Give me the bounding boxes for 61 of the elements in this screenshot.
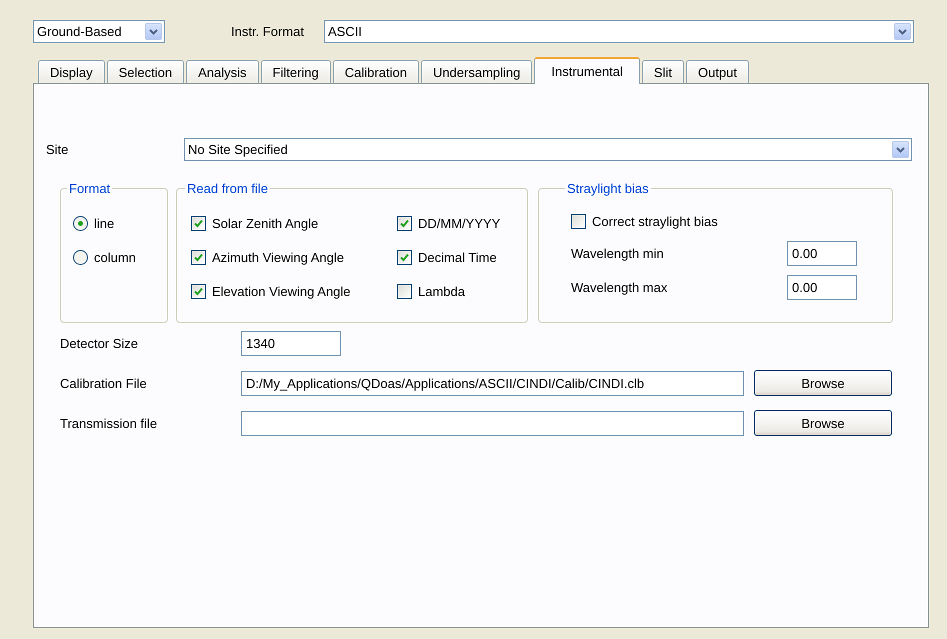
dropdown-button[interactable] (894, 23, 911, 40)
dropdown-value: ASCII (328, 24, 362, 39)
checkbox-label: DD/MM/YYYY (418, 216, 500, 230)
group-title: Straylight bias (566, 181, 650, 196)
site-dropdown[interactable]: No Site Specified (184, 138, 912, 161)
field-label: Transmission file (60, 416, 158, 430)
group-title: Read from file (186, 181, 269, 196)
checkbox[interactable] (397, 250, 412, 264)
field-label: Wavelength min (571, 246, 664, 260)
chevron-down-icon (149, 28, 158, 34)
chevron-down-icon (898, 28, 907, 34)
field-label: Calibration File (60, 376, 148, 390)
checkmark-icon (194, 218, 203, 228)
checkbox[interactable] (191, 216, 206, 230)
checkbox-label: Decimal Time (418, 250, 497, 264)
input-field[interactable]: 1340 (241, 330, 341, 356)
checkmark-icon (194, 286, 203, 296)
checkbox-label: Elevation Viewing Angle (212, 284, 351, 298)
mode-dropdown[interactable]: Ground-Based (33, 20, 165, 43)
input-field[interactable]: 0.00 (787, 274, 857, 300)
radio-label: column (94, 250, 136, 264)
dropdown-button[interactable] (145, 23, 162, 40)
field-label: Instr. Format (231, 24, 304, 39)
tab[interactable]: Instrumental (534, 57, 640, 84)
tab[interactable]: Selection (106, 60, 184, 83)
radio-button[interactable] (73, 250, 88, 264)
tab[interactable]: Output (686, 60, 750, 83)
browse-button[interactable]: Browse (754, 410, 892, 436)
tab[interactable]: Analysis (186, 60, 259, 83)
tab[interactable]: Display (38, 60, 105, 83)
browse-button[interactable]: Browse (754, 370, 892, 396)
checkbox-label: Solar Zenith Angle (212, 216, 318, 230)
checkbox[interactable] (397, 284, 412, 298)
checkbox-label: Azimuth Viewing Angle (212, 250, 344, 264)
checkmark-icon (194, 252, 203, 262)
checkbox-label: Lambda (418, 284, 465, 298)
tab[interactable]: Slit (642, 60, 684, 83)
radio-button[interactable] (73, 216, 88, 230)
input-field[interactable] (241, 410, 744, 436)
dropdown-button[interactable] (892, 141, 909, 158)
group-title: Format (68, 181, 112, 196)
tab[interactable]: Undersampling (420, 60, 532, 83)
dropdown-value: No Site Specified (188, 142, 288, 157)
input-field[interactable]: D:/My_Applications/QDoas/Applications/ASCII/CINDI/Calib/CINDI.clb (241, 370, 744, 396)
field-label: Detector Size (60, 336, 140, 350)
radio-label: line (94, 216, 114, 230)
checkbox[interactable] (191, 250, 206, 264)
checkbox-label: Correct straylight bias (592, 214, 718, 228)
tab[interactable]: Filtering (260, 60, 331, 83)
dropdown-value: Ground-Based (37, 24, 122, 39)
checkbox[interactable] (191, 284, 206, 298)
checkbox[interactable] (397, 216, 412, 230)
checkbox[interactable] (571, 214, 586, 228)
checkmark-icon (400, 218, 409, 228)
checkmark-icon (400, 252, 409, 262)
format-dropdown[interactable]: ASCII (324, 20, 914, 43)
chevron-down-icon (896, 146, 905, 152)
field-label: Wavelength max (571, 280, 668, 294)
tab[interactable]: Calibration (332, 60, 419, 83)
field-label: Site (46, 142, 70, 157)
input-field[interactable]: 0.00 (787, 240, 857, 266)
